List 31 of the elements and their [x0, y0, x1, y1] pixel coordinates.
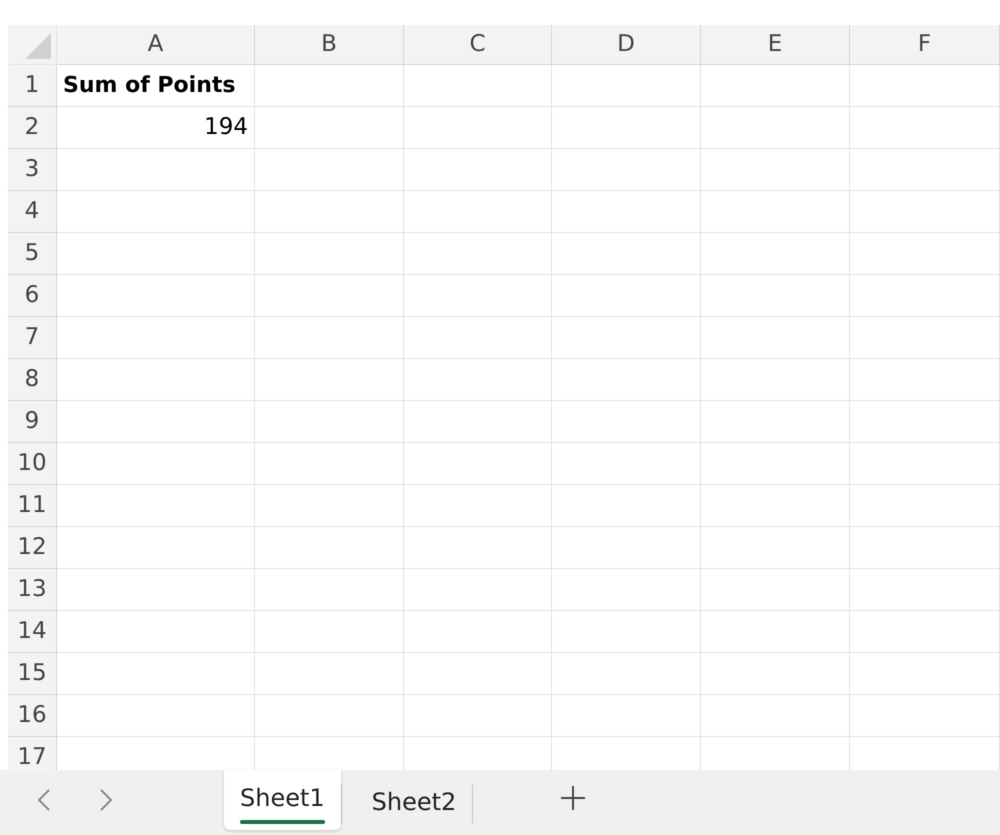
sheet-tab[interactable]: Sheet2 — [356, 774, 472, 834]
table-cell: 194 — [57, 107, 255, 149]
triangle-icon — [23, 31, 53, 61]
column-header[interactable]: C — [404, 25, 552, 65]
row-header[interactable]: 13 — [8, 569, 57, 611]
column-header[interactable]: A — [57, 25, 255, 65]
sheet-tab[interactable]: Sheet1 — [224, 770, 341, 830]
row-header[interactable]: 7 — [8, 317, 57, 359]
previous-sheet-icon[interactable] — [37, 788, 51, 812]
row-header[interactable]: 17 — [8, 737, 57, 770]
column-header[interactable]: D — [552, 25, 701, 65]
row-header[interactable]: 1 — [8, 65, 57, 107]
column-header[interactable]: F — [850, 25, 1000, 65]
table-cell: Sum of Points — [57, 65, 255, 107]
row-header[interactable]: 12 — [8, 527, 57, 569]
row-header[interactable]: 14 — [8, 611, 57, 653]
add-sheet-icon[interactable] — [560, 785, 586, 811]
row-header[interactable]: 2 — [8, 107, 57, 149]
column-header[interactable]: E — [701, 25, 850, 65]
row-header[interactable]: 4 — [8, 191, 57, 233]
next-sheet-icon[interactable] — [99, 788, 113, 812]
row-header[interactable]: 8 — [8, 359, 57, 401]
row-header[interactable]: 16 — [8, 695, 57, 737]
row-header[interactable]: 5 — [8, 233, 57, 275]
row-header[interactable]: 10 — [8, 443, 57, 485]
row-header[interactable]: 11 — [8, 485, 57, 527]
row-header[interactable]: 6 — [8, 275, 57, 317]
row-header[interactable]: 15 — [8, 653, 57, 695]
column-header[interactable]: B — [255, 25, 404, 65]
row-header[interactable]: 3 — [8, 149, 57, 191]
row-header[interactable]: 9 — [8, 401, 57, 443]
